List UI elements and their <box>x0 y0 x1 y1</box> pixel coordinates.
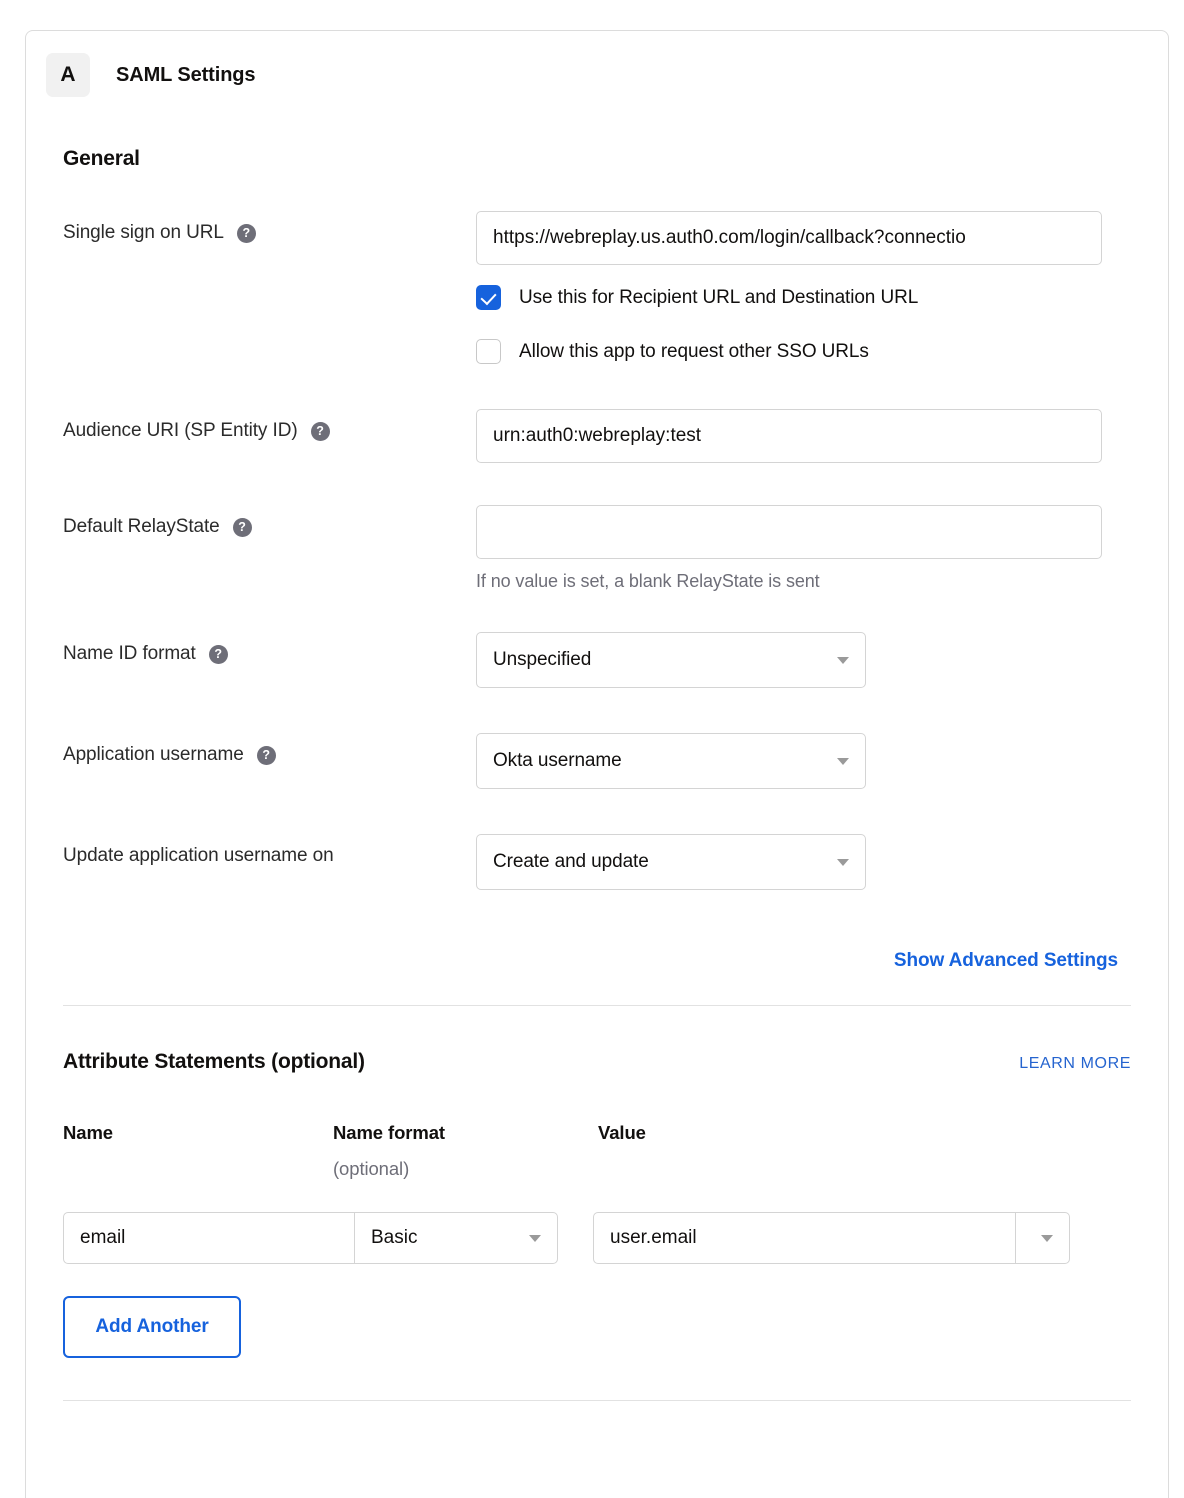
field-application-username-wrap: Okta username <box>476 733 1168 789</box>
chevron-down-icon <box>837 859 849 866</box>
sso-url-input[interactable]: https://webreplay.us.auth0.com/login/cal… <box>476 211 1102 265</box>
learn-more-link[interactable]: LEARN MORE <box>1019 1055 1131 1073</box>
audience-uri-input[interactable]: urn:auth0:webreplay:test <box>476 409 1102 463</box>
card-header: A SAML Settings <box>26 31 1168 97</box>
field-sso-url-wrap: https://webreplay.us.auth0.com/login/cal… <box>476 211 1168 364</box>
attribute-name-format-value: Basic <box>371 1227 417 1249</box>
field-row-sso-url: Single sign on URL ? https://webreplay.u… <box>26 211 1168 364</box>
field-row-default-relaystate: Default RelayState ? If no value is set,… <box>26 505 1168 592</box>
label-name-id-format: Name ID format <box>63 643 196 665</box>
help-icon[interactable]: ? <box>233 518 252 537</box>
label-audience-uri-wrap: Audience URI (SP Entity ID) ? <box>26 409 476 442</box>
column-header-name-format: Name format <box>333 1122 598 1144</box>
update-username-on-select[interactable]: Create and update <box>476 834 866 890</box>
field-row-application-username: Application username ? Okta username <box>26 733 1168 789</box>
label-name-id-format-wrap: Name ID format ? <box>26 632 476 665</box>
label-sso-url: Single sign on URL <box>63 222 224 244</box>
attribute-value-dropdown-button[interactable] <box>1015 1213 1069 1263</box>
field-name-id-format-wrap: Unspecified <box>476 632 1168 688</box>
column-header-name: Name <box>63 1122 333 1144</box>
label-application-username-wrap: Application username ? <box>26 733 476 766</box>
checkbox-allow-other-sso-urls[interactable] <box>476 339 501 364</box>
field-audience-uri-wrap: urn:auth0:webreplay:test <box>476 409 1168 463</box>
attribute-statements-header: Attribute Statements (optional) LEARN MO… <box>26 1050 1168 1074</box>
show-advanced-settings-link[interactable]: Show Advanced Settings <box>894 950 1118 971</box>
general-form: Single sign on URL ? https://webreplay.u… <box>26 211 1168 972</box>
chevron-down-icon <box>837 758 849 765</box>
field-default-relaystate-wrap: If no value is set, a blank RelayState i… <box>476 505 1168 592</box>
name-id-format-select[interactable]: Unspecified <box>476 632 866 688</box>
app-badge: A <box>46 53 90 97</box>
checkbox-label-allow-other-sso-urls[interactable]: Allow this app to request other SSO URLs <box>519 341 869 363</box>
saml-settings-card: A SAML Settings General Single sign on U… <box>25 30 1169 1498</box>
label-default-relaystate-wrap: Default RelayState ? <box>26 505 476 538</box>
table-row: Basic <box>26 1212 1168 1264</box>
default-relaystate-hint: If no value is set, a blank RelayState i… <box>476 571 1148 592</box>
attribute-name-input[interactable] <box>64 1213 354 1263</box>
saml-settings-page: A SAML Settings General Single sign on U… <box>0 0 1184 1498</box>
label-update-username-on: Update application username on <box>63 845 334 867</box>
field-row-update-username-on: Update application username on Create an… <box>26 834 1168 890</box>
checkbox-row-other-sso-urls: Allow this app to request other SSO URLs <box>476 339 1148 364</box>
label-default-relaystate: Default RelayState <box>63 516 220 538</box>
name-id-format-value: Unspecified <box>493 649 591 671</box>
application-username-value: Okta username <box>493 750 622 772</box>
help-icon[interactable]: ? <box>257 746 276 765</box>
help-icon[interactable]: ? <box>209 645 228 664</box>
attribute-value-group <box>593 1212 1070 1264</box>
chevron-down-icon <box>1041 1235 1053 1242</box>
section-title-general: General <box>63 147 1168 171</box>
advanced-settings-wrap: Show Advanced Settings <box>26 950 1168 972</box>
section-divider <box>63 1005 1131 1006</box>
checkbox-use-for-recipient-url[interactable] <box>476 285 501 310</box>
label-update-username-on-wrap: Update application username on <box>26 834 476 867</box>
help-icon[interactable]: ? <box>237 224 256 243</box>
attribute-statements-title: Attribute Statements (optional) <box>63 1050 365 1074</box>
update-username-on-value: Create and update <box>493 851 649 873</box>
column-header-name-format-note: (optional) <box>333 1158 1168 1180</box>
application-username-select[interactable]: Okta username <box>476 733 866 789</box>
label-audience-uri: Audience URI (SP Entity ID) <box>63 420 298 442</box>
field-row-audience-uri: Audience URI (SP Entity ID) ? urn:auth0:… <box>26 409 1168 463</box>
attribute-value-input[interactable] <box>594 1213 1015 1263</box>
label-sso-url-wrap: Single sign on URL ? <box>26 211 476 244</box>
attribute-column-headers: Name Name format Value <box>26 1122 1168 1144</box>
attribute-name-format-select[interactable]: Basic <box>354 1213 557 1263</box>
chevron-down-icon <box>529 1235 541 1242</box>
help-icon[interactable]: ? <box>311 422 330 441</box>
field-row-name-id-format: Name ID format ? Unspecified <box>26 632 1168 688</box>
default-relaystate-input[interactable] <box>476 505 1102 559</box>
chevron-down-icon <box>837 657 849 664</box>
bottom-divider <box>63 1400 1131 1401</box>
field-update-username-on-wrap: Create and update <box>476 834 1168 890</box>
add-another-button[interactable]: Add Another <box>63 1296 241 1358</box>
checkbox-row-recipient-url: Use this for Recipient URL and Destinati… <box>476 285 1148 310</box>
label-application-username: Application username <box>63 744 244 766</box>
attribute-name-group: Basic <box>63 1212 558 1264</box>
page-title: SAML Settings <box>116 64 255 87</box>
column-header-value: Value <box>598 1122 646 1144</box>
checkbox-label-use-for-recipient-url[interactable]: Use this for Recipient URL and Destinati… <box>519 287 918 309</box>
